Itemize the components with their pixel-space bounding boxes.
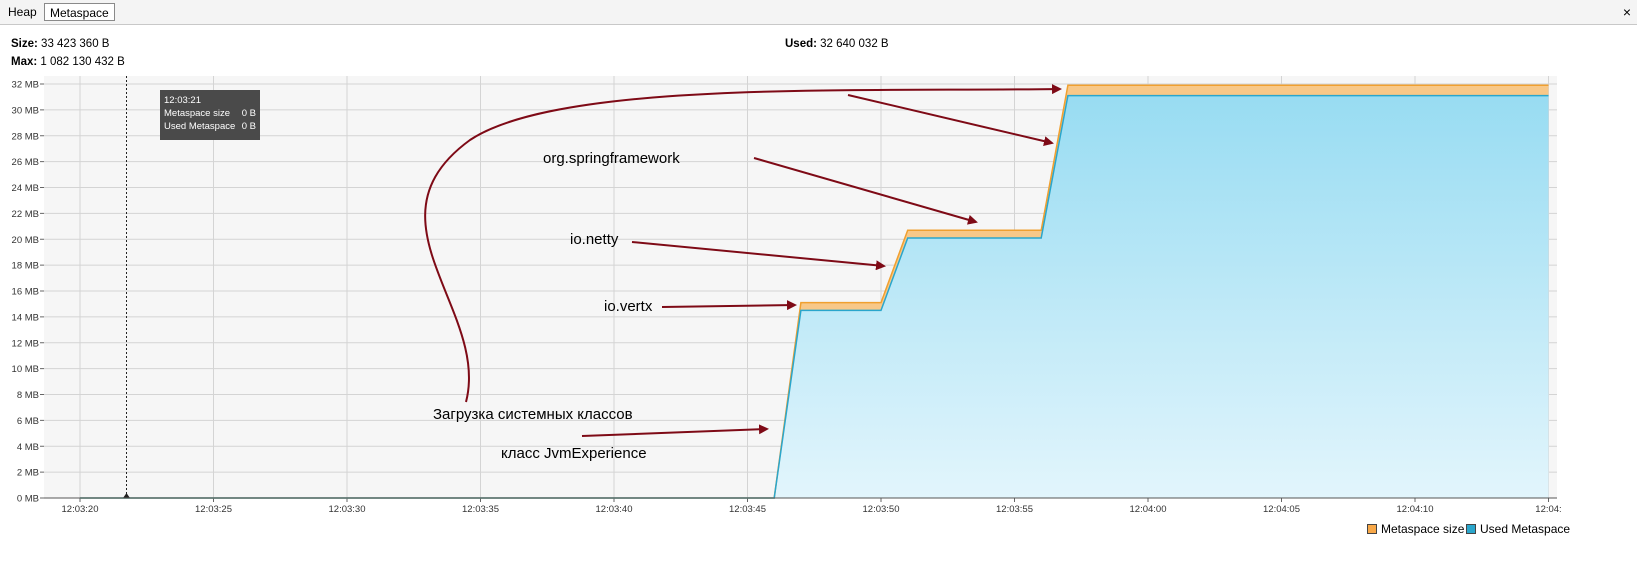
x-tick-label: 12:03:50 (863, 504, 900, 515)
annotation-system-classes: Загрузка системных классов (433, 406, 633, 423)
tooltip-value: 0 B (241, 108, 256, 119)
legend-item-metaspace-size[interactable]: Metaspace size (1367, 522, 1464, 536)
annotation-jvm-experience: класс JvmExperience (501, 445, 647, 462)
y-tick-label: 30 MB (12, 105, 39, 116)
legend-label-size: Metaspace size (1381, 522, 1465, 536)
tooltip-row: Metaspace size 0 B (164, 107, 256, 120)
x-axis: 12:03:20 12:03:25 12:03:30 12:03:35 12:03:40… (62, 498, 1562, 515)
y-tick-label: 8 MB (17, 390, 39, 401)
tooltip-time: 12:03:21 (164, 95, 201, 106)
y-tick-label: 18 MB (12, 261, 39, 272)
y-tick-label: 2 MB (17, 468, 39, 479)
x-tick-label: 12:04:10 (1397, 504, 1434, 515)
y-tick-label: 28 MB (12, 131, 39, 142)
legend-swatch-size (1367, 524, 1377, 534)
x-tick-label: 12:04: (1535, 504, 1561, 515)
x-tick-label: 12:03:35 (462, 504, 499, 515)
y-tick-label: 6 MB (17, 416, 39, 427)
metaspace-chart: 0 MB 2 MB 4 MB 6 MB 8 MB 10 MB 12 MB 14 MB 16 MB… (12, 76, 1562, 515)
y-tick-label: 10 MB (12, 364, 39, 375)
y-tick-label: 32 MB (12, 80, 39, 91)
legend-swatch-used (1466, 524, 1476, 534)
legend-item-used-metaspace[interactable]: Used Metaspace (1466, 522, 1570, 536)
x-tick-label: 12:04:05 (1263, 504, 1300, 515)
tooltip-row: Used Metaspace 0 B (164, 120, 256, 133)
tooltip-label: Metaspace size (164, 108, 231, 119)
y-tick-label: 14 MB (12, 312, 39, 323)
y-axis: 0 MB 2 MB 4 MB 6 MB 8 MB 10 MB 12 MB 14 MB 16 MB… (12, 80, 44, 505)
annotation-spring: org.springframework (543, 150, 680, 167)
y-tick-label: 22 MB (12, 209, 39, 220)
x-tick-label: 12:03:55 (996, 504, 1033, 515)
y-tick-label: 16 MB (12, 287, 39, 298)
annotation-vertx: io.vertx (604, 298, 653, 315)
x-tick-label: 12:03:20 (62, 504, 99, 515)
y-tick-label: 0 MB (17, 494, 39, 505)
y-tick-label: 4 MB (17, 442, 39, 453)
tooltip-label: Used Metaspace (164, 121, 236, 132)
x-tick-label: 12:03:40 (596, 504, 633, 515)
x-tick-label: 12:03:25 (195, 504, 232, 515)
chart-tooltip: 12:03:21 Metaspace size 0 B Used Metaspa… (160, 90, 260, 140)
x-tick-label: 12:04:00 (1130, 504, 1167, 515)
y-tick-label: 24 MB (12, 183, 39, 194)
legend-label-used: Used Metaspace (1480, 522, 1571, 536)
tooltip-value: 0 B (241, 121, 256, 132)
annotation-netty: io.netty (570, 231, 619, 248)
x-tick-label: 12:03:30 (329, 504, 366, 515)
x-tick-label: 12:03:45 (729, 504, 766, 515)
y-tick-label: 20 MB (12, 235, 39, 246)
y-tick-label: 26 MB (12, 157, 39, 168)
y-tick-label: 12 MB (12, 338, 39, 349)
